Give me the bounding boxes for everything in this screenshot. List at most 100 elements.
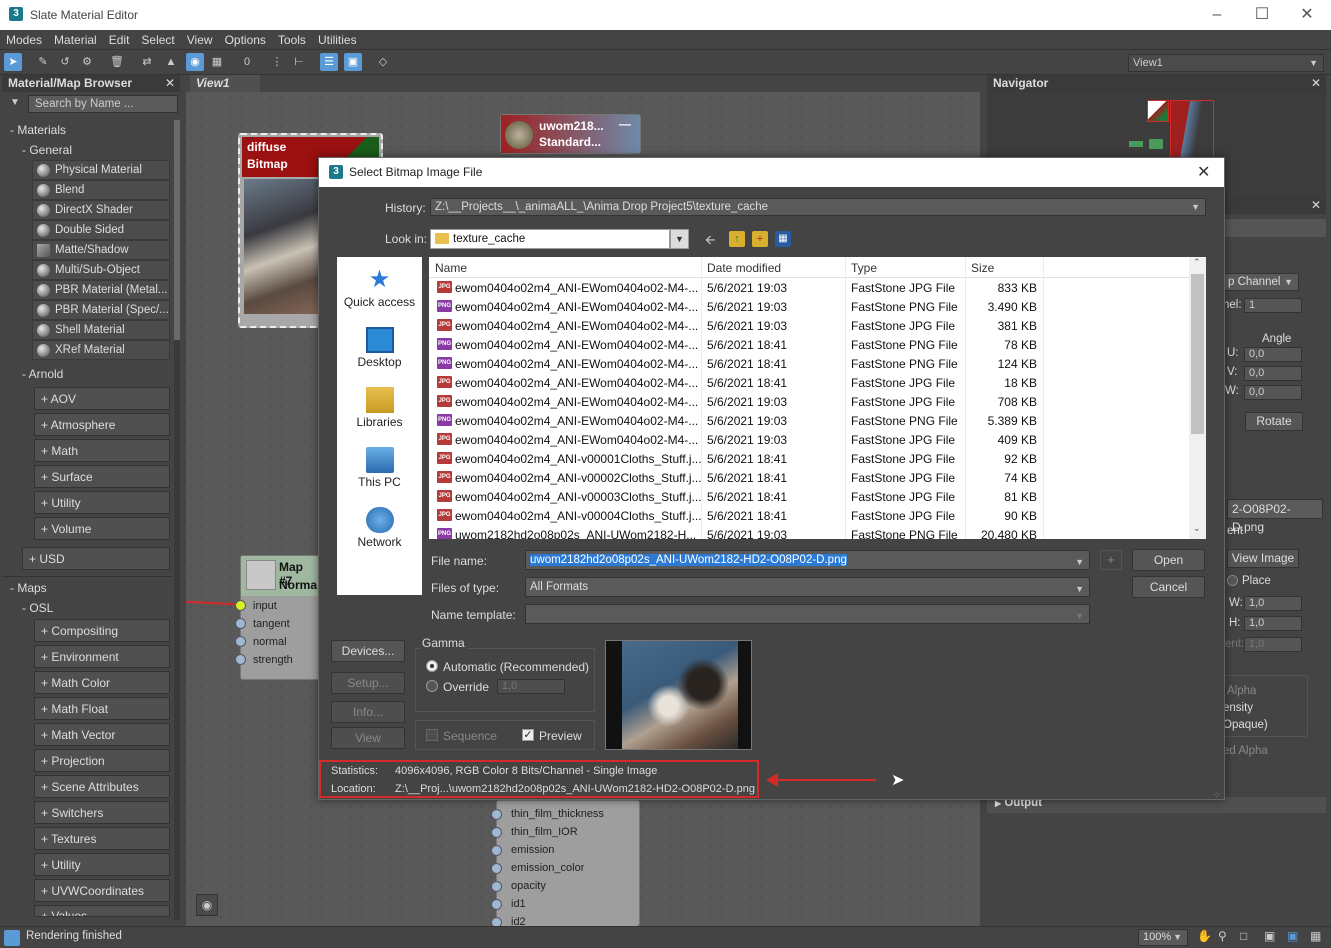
put-material-icon[interactable]: ↺ (56, 53, 74, 71)
view-menu-icon[interactable]: ▦ (775, 231, 791, 247)
view-button[interactable]: View (331, 727, 405, 749)
zoom-icon[interactable]: ⚲ (1218, 929, 1227, 943)
crop-h-spinner[interactable]: 1,0 (1244, 616, 1302, 631)
node-material-sockets[interactable]: thin_film_thickness thin_film_IOR emissi… (491, 800, 640, 928)
group-general[interactable]: - General (2, 140, 172, 160)
menu-modes[interactable]: Modes (0, 30, 48, 50)
search-input[interactable]: Search by Name ... (28, 95, 178, 113)
menu-edit[interactable]: Edit (103, 30, 136, 50)
back-arrow-icon[interactable]: 🡨 (705, 231, 716, 253)
resize-grip-icon[interactable]: ⁘ (1213, 790, 1221, 801)
lookin-combo[interactable]: texture_cache (430, 229, 670, 249)
filetype-combo[interactable]: All Formats ▼ (525, 577, 1090, 597)
sequence-checkbox[interactable] (426, 729, 438, 741)
add-path-button[interactable]: + (1100, 550, 1122, 570)
arnold-group-atmosphere[interactable]: + Atmosphere (34, 413, 170, 436)
material-item[interactable]: Shell Material (32, 320, 170, 340)
zoom-extents-icon[interactable]: ▣ (1264, 929, 1275, 943)
osl-group[interactable]: + Switchers (34, 801, 170, 824)
place-this-pc[interactable]: This PC (337, 447, 422, 489)
close-icon[interactable]: ✕ (165, 75, 175, 92)
parameter-editor-icon[interactable]: ▣ (344, 53, 362, 71)
select-by-material-icon[interactable]: ◇ (374, 53, 392, 71)
material-item[interactable]: XRef Material (32, 340, 170, 360)
node-map7-normal[interactable]: Map #7 Norma input tangent normal streng… (235, 555, 320, 680)
filename-input[interactable]: uwom2182hd2o08p02s_ANI-UWom2182-HD2-O08P… (525, 550, 1090, 570)
minimize-node-icon[interactable]: — (619, 117, 631, 131)
pick-material-icon[interactable]: ✎ (34, 53, 52, 71)
view-selector[interactable]: View1 ▼ (1128, 54, 1324, 72)
socket[interactable] (491, 881, 502, 892)
socket[interactable] (491, 809, 502, 820)
file-row[interactable]: PNG ewom0404o02m4_ANI-EWom0404o02-M4-... 5… (429, 336, 1189, 355)
cancel-button[interactable]: Cancel (1132, 576, 1205, 598)
layout-vertical-icon[interactable]: ⋮ (268, 53, 286, 71)
scrollbar-thumb[interactable] (174, 120, 180, 340)
osl-group[interactable]: + Utility (34, 853, 170, 876)
zoom-region-icon[interactable]: □ (1240, 929, 1247, 943)
history-combo[interactable]: Z:\__Projects__\_animaALL_\Anima Drop Pr… (430, 198, 1206, 216)
close-icon[interactable]: ✕ (1311, 75, 1321, 92)
material-item[interactable]: DirectX Shader (32, 200, 170, 220)
column-name[interactable]: Name (435, 261, 467, 275)
osl-group[interactable]: + Values (34, 905, 170, 917)
map-channel-combo[interactable]: p Channel ▼ (1223, 273, 1299, 291)
gamma-override-radio[interactable] (426, 680, 438, 692)
pan-hand-icon[interactable]: ✋ (1197, 929, 1212, 943)
name-template-combo[interactable]: ▼ (525, 604, 1090, 624)
file-row[interactable]: JPG ewom0404o02m4_ANI-EWom0404o02-M4-... 5… (429, 374, 1189, 393)
material-item[interactable]: PBR Material (Metal... (32, 280, 170, 300)
file-row[interactable]: JPG ewom0404o02m4_ANI-v00004Cloths_Stuff.… (429, 507, 1189, 526)
material-browser-icon[interactable]: ☰ (320, 53, 338, 71)
new-folder-icon[interactable]: + (752, 231, 768, 247)
osl-group[interactable]: + Math Float (34, 697, 170, 720)
file-row[interactable]: JPG ewom0404o02m4_ANI-v00003Cloths_Stuff.… (429, 488, 1189, 507)
place-radio[interactable] (1227, 575, 1238, 586)
show-shaded-icon[interactable]: ◉ (186, 53, 204, 71)
maximize-button[interactable]: ☐ (1239, 0, 1285, 30)
browser-scrollbar[interactable] (174, 120, 180, 920)
menu-material[interactable]: Material (48, 30, 103, 50)
arnold-group-volume[interactable]: + Volume (34, 517, 170, 540)
file-row[interactable]: JPG ewom0404o02m4_ANI-v00001Cloths_Stuff.… (429, 450, 1189, 469)
menu-tools[interactable]: Tools (272, 30, 312, 50)
devices-button[interactable]: Devices... (331, 640, 405, 662)
menu-utilities[interactable]: Utilities (312, 30, 363, 50)
material-item[interactable]: Blend (32, 180, 170, 200)
menu-select[interactable]: Select (135, 30, 180, 50)
material-item[interactable]: Double Sided (32, 220, 170, 240)
zoom-extents-selected-icon[interactable]: ▣ (1287, 929, 1298, 943)
osl-group[interactable]: + Math Vector (34, 723, 170, 746)
arnold-group-math[interactable]: + Math (34, 439, 170, 462)
osl-group[interactable]: + Math Color (34, 671, 170, 694)
socket-strength[interactable] (235, 654, 246, 665)
socket[interactable] (491, 863, 502, 874)
file-row[interactable]: JPG ewom0404o02m4_ANI-v00002Cloths_Stuff.… (429, 469, 1189, 488)
assign-material-icon[interactable]: ⚙ (78, 53, 96, 71)
dialog-close-button[interactable]: ✕ (1197, 158, 1210, 187)
socket-input[interactable] (235, 600, 246, 611)
place-libraries[interactable]: Libraries (337, 387, 422, 429)
scroll-down-icon[interactable]: ⌄ (1193, 523, 1201, 534)
scrollbar-thumb[interactable] (1191, 274, 1204, 434)
up-folder-icon[interactable]: ↑ (729, 231, 745, 247)
crop-w-spinner[interactable]: 1,0 (1244, 596, 1302, 611)
material-item[interactable]: Physical Material (32, 160, 170, 180)
file-row[interactable]: PNG ewom0404o02m4_ANI-EWom0404o02-M4-... 5… (429, 412, 1189, 431)
group-usd[interactable]: + USD (22, 547, 170, 570)
select-tool-icon[interactable]: ➤ (4, 53, 22, 71)
file-row[interactable]: PNG uwom2182hd2o08p02s_ANI-UWom2182-H... 5… (429, 526, 1189, 539)
column-type[interactable]: Type (851, 261, 877, 275)
socket-normal[interactable] (235, 636, 246, 647)
socket[interactable] (491, 845, 502, 856)
lookin-dropdown-button[interactable]: ▼ (670, 229, 689, 249)
angle-w-spinner[interactable]: 0,0 (1244, 385, 1302, 400)
minimize-button[interactable]: – (1194, 0, 1240, 30)
place-quick-access[interactable]: ★ Quick access (337, 267, 422, 310)
node-uwom-standard[interactable]: uwom218... Standard... — (500, 114, 641, 154)
column-size[interactable]: Size (971, 261, 994, 275)
group-maps[interactable]: - Maps (2, 578, 172, 598)
place-desktop[interactable]: Desktop (337, 327, 422, 369)
scroll-up-icon[interactable]: ⌃ (1193, 257, 1201, 268)
gamma-auto-radio[interactable] (426, 660, 438, 672)
